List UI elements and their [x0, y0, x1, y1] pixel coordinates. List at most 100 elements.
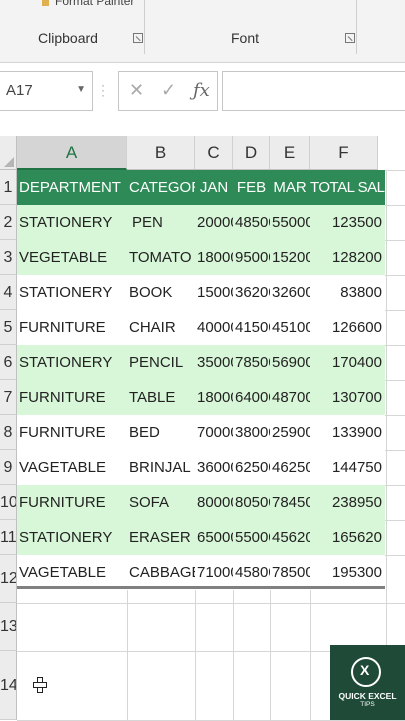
- column-header-b[interactable]: B: [127, 136, 195, 170]
- row-header-4[interactable]: 4: [0, 275, 17, 310]
- table-cell[interactable]: 78500: [233, 345, 270, 380]
- table-cell[interactable]: TOMATO: [127, 240, 195, 275]
- table-cell[interactable]: 32600: [270, 275, 310, 310]
- table-cell[interactable]: 15000: [195, 275, 233, 310]
- row-header-5[interactable]: 5: [0, 310, 17, 345]
- formula-input[interactable]: [222, 71, 405, 111]
- table-cell[interactable]: 80000: [195, 485, 233, 520]
- table-cell[interactable]: BOOK: [127, 275, 195, 310]
- table-cell[interactable]: 48500: [233, 205, 270, 240]
- select-all-corner[interactable]: [0, 136, 17, 170]
- table-cell[interactable]: STATIONERY: [17, 275, 127, 310]
- column-header-e[interactable]: E: [270, 136, 310, 170]
- table-cell[interactable]: BED: [127, 415, 195, 450]
- table-cell[interactable]: 133900: [310, 415, 386, 450]
- table-cell[interactable]: TABLE: [127, 380, 195, 415]
- column-header-c[interactable]: C: [195, 136, 233, 170]
- table-cell[interactable]: 130700: [310, 380, 386, 415]
- table-cell[interactable]: 55000: [270, 205, 310, 240]
- table-header-cell[interactable]: TOTAL SALES: [310, 170, 386, 205]
- table-cell[interactable]: 55000: [233, 520, 270, 555]
- table-cell[interactable]: 18000: [195, 240, 233, 275]
- table-cell[interactable]: VAGETABLE: [17, 450, 127, 485]
- table-cell[interactable]: 83800: [310, 275, 386, 310]
- table-cell[interactable]: 80500: [233, 485, 270, 520]
- column-header-a[interactable]: A: [17, 136, 127, 170]
- resize-handle-icon[interactable]: · · ·: [101, 79, 107, 101]
- table-cell[interactable]: CABBAGE: [127, 555, 195, 590]
- table-cell[interactable]: 71000: [195, 555, 233, 590]
- table-cell[interactable]: 65000: [195, 520, 233, 555]
- table-cell[interactable]: 46250: [270, 450, 310, 485]
- table-cell[interactable]: CHAIR: [127, 310, 195, 345]
- table-cell[interactable]: 15200: [270, 240, 310, 275]
- table-cell[interactable]: FURNITURE: [17, 485, 127, 520]
- row-header-7[interactable]: 7: [0, 380, 17, 415]
- table-cell[interactable]: 45100: [270, 310, 310, 345]
- table-cell[interactable]: FURNITURE: [17, 415, 127, 450]
- table-header-cell[interactable]: JAN: [195, 170, 233, 205]
- table-cell[interactable]: FURNITURE: [17, 380, 127, 415]
- table-cell[interactable]: 36000: [195, 450, 233, 485]
- table-cell[interactable]: 41500: [233, 310, 270, 345]
- row-header-1[interactable]: 1: [0, 170, 17, 205]
- row-header-3[interactable]: 3: [0, 240, 17, 275]
- table-cell[interactable]: 36200: [233, 275, 270, 310]
- table-header-cell[interactable]: FEB: [233, 170, 270, 205]
- table-cell[interactable]: 35000: [195, 345, 233, 380]
- table-cell[interactable]: VEGETABLE: [17, 240, 127, 275]
- table-cell[interactable]: 95000: [233, 240, 270, 275]
- table-cell[interactable]: SOFA: [127, 485, 195, 520]
- column-header-d[interactable]: D: [233, 136, 270, 170]
- column-header-f[interactable]: F: [310, 136, 378, 170]
- table-cell[interactable]: 126600: [310, 310, 386, 345]
- row-header-10[interactable]: 10: [0, 485, 17, 520]
- clipboard-launcher-icon[interactable]: [133, 33, 143, 43]
- table-cell[interactable]: BRINJAL: [127, 450, 195, 485]
- table-cell[interactable]: STATIONERY: [17, 205, 127, 240]
- table-cell[interactable]: 128200: [310, 240, 386, 275]
- table-header-cell[interactable]: CATEGORY: [127, 170, 195, 205]
- name-box[interactable]: A17 ▼: [0, 71, 93, 111]
- row-header-14[interactable]: 14: [0, 651, 17, 720]
- table-cell[interactable]: VAGETABLE: [17, 555, 127, 590]
- table-cell[interactable]: 144750: [310, 450, 386, 485]
- table-cell[interactable]: 45800: [233, 555, 270, 590]
- table-cell[interactable]: STATIONERY: [17, 520, 127, 555]
- row-header-12[interactable]: 12: [0, 555, 17, 603]
- table-cell[interactable]: PEN: [127, 205, 195, 240]
- table-cell[interactable]: 62500: [233, 450, 270, 485]
- table-cell[interactable]: 78450: [270, 485, 310, 520]
- table-cell[interactable]: 20000: [195, 205, 233, 240]
- table-cell[interactable]: STATIONERY: [17, 345, 127, 380]
- enter-check-icon[interactable]: ✓: [161, 80, 176, 101]
- table-cell[interactable]: 123500: [310, 205, 386, 240]
- fx-icon[interactable]: ƒx: [193, 80, 210, 101]
- row-header-2[interactable]: 2: [0, 205, 17, 240]
- table-header-cell[interactable]: DEPARTMENT: [17, 170, 127, 205]
- row-header-11[interactable]: 11: [0, 520, 17, 555]
- table-header-cell[interactable]: MAR: [270, 170, 310, 205]
- table-cell[interactable]: 64000: [233, 380, 270, 415]
- table-cell[interactable]: 78500: [270, 555, 310, 590]
- row-header-13[interactable]: 13: [0, 603, 17, 651]
- row-header-6[interactable]: 6: [0, 345, 17, 380]
- dropdown-icon[interactable]: ▼: [76, 84, 86, 95]
- row-header-8[interactable]: 8: [0, 415, 17, 450]
- table-cell[interactable]: 45620: [270, 520, 310, 555]
- table-cell[interactable]: 165620: [310, 520, 386, 555]
- table-cell[interactable]: ERASER: [127, 520, 195, 555]
- font-launcher-icon[interactable]: [345, 33, 355, 43]
- table-cell[interactable]: 40000: [195, 310, 233, 345]
- table-cell[interactable]: 238950: [310, 485, 386, 520]
- row-header-9[interactable]: 9: [0, 450, 17, 485]
- cancel-x-icon[interactable]: ✕: [129, 80, 144, 101]
- table-cell[interactable]: FURNITURE: [17, 310, 127, 345]
- table-cell[interactable]: 56900: [270, 345, 310, 380]
- table-cell[interactable]: 18000: [195, 380, 233, 415]
- table-cell[interactable]: 25900: [270, 415, 310, 450]
- table-cell[interactable]: 70000: [195, 415, 233, 450]
- table-cell[interactable]: 195300: [310, 555, 386, 590]
- table-cell[interactable]: PENCIL: [127, 345, 195, 380]
- table-cell[interactable]: 170400: [310, 345, 386, 380]
